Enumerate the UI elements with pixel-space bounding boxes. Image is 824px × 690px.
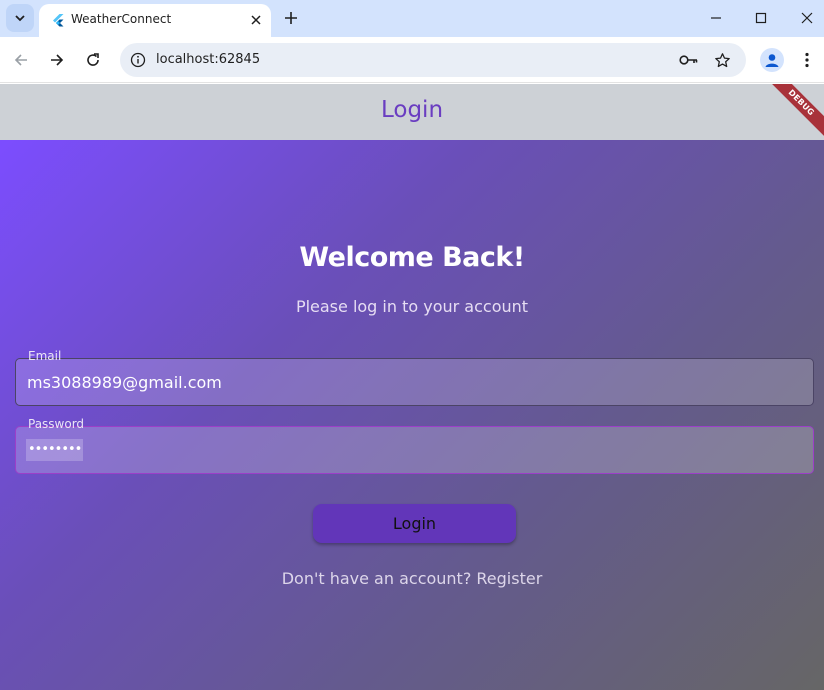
account-icon — [765, 54, 779, 67]
email-label: Email — [28, 349, 62, 363]
app-viewport: Login DEBUG Welcome Back! Please log in … — [0, 84, 824, 690]
arrow-right-icon — [51, 54, 64, 66]
browser-tab[interactable]: WeatherConnect — [39, 4, 271, 37]
new-tab-button[interactable] — [281, 8, 301, 28]
browser-tab-strip: WeatherConnect — [0, 0, 824, 37]
site-info-button[interactable] — [128, 50, 148, 70]
login-form-area: Welcome Back! Please log in to your acco… — [0, 140, 824, 690]
star-icon — [714, 52, 730, 67]
browser-menu-button[interactable] — [796, 48, 818, 72]
reload-icon — [87, 53, 99, 66]
window-close-button[interactable] — [795, 6, 819, 30]
info-icon — [130, 52, 146, 68]
key-icon — [679, 55, 698, 65]
maximize-button[interactable] — [749, 6, 773, 30]
email-value[interactable]: ms3088989@gmail.com — [27, 373, 222, 392]
minimize-icon — [711, 17, 721, 19]
minimize-button[interactable] — [704, 6, 728, 30]
password-manager-button[interactable] — [679, 51, 699, 69]
password-label: Password — [28, 417, 85, 431]
tab-title: WeatherConnect — [71, 12, 172, 26]
url-text[interactable]: localhost:62845 — [156, 52, 260, 67]
chevron-down-icon — [15, 15, 25, 22]
maximize-icon — [755, 12, 767, 24]
kebab-menu-icon — [805, 52, 809, 68]
browser-toolbar: localhost:62845 — [0, 37, 824, 83]
welcome-heading: Welcome Back! — [299, 242, 525, 273]
back-button[interactable] — [9, 48, 33, 72]
page-title: Login — [380, 97, 444, 123]
password-field[interactable]: Password •••••••• — [15, 417, 814, 474]
register-link[interactable]: Don't have an account? Register — [0, 569, 824, 588]
close-icon — [251, 15, 261, 25]
tab-close-button[interactable] — [247, 11, 265, 29]
welcome-subtitle: Please log in to your account — [295, 297, 529, 316]
password-value[interactable]: •••••••• — [26, 439, 84, 461]
close-icon — [801, 12, 813, 24]
email-field[interactable]: Email ms3088989@gmail.com — [15, 349, 814, 406]
address-bar[interactable]: localhost:62845 — [120, 43, 746, 77]
profile-button[interactable] — [760, 48, 784, 72]
login-button[interactable]: Login — [313, 504, 516, 543]
tab-search-button[interactable] — [6, 4, 34, 32]
arrow-left-icon — [14, 54, 27, 66]
bookmark-button[interactable] — [712, 50, 732, 70]
plus-icon — [285, 12, 297, 24]
flutter-logo-icon — [53, 14, 64, 27]
reload-button[interactable] — [81, 48, 105, 72]
app-bar: Login DEBUG — [0, 84, 824, 140]
forward-button[interactable] — [45, 48, 69, 72]
